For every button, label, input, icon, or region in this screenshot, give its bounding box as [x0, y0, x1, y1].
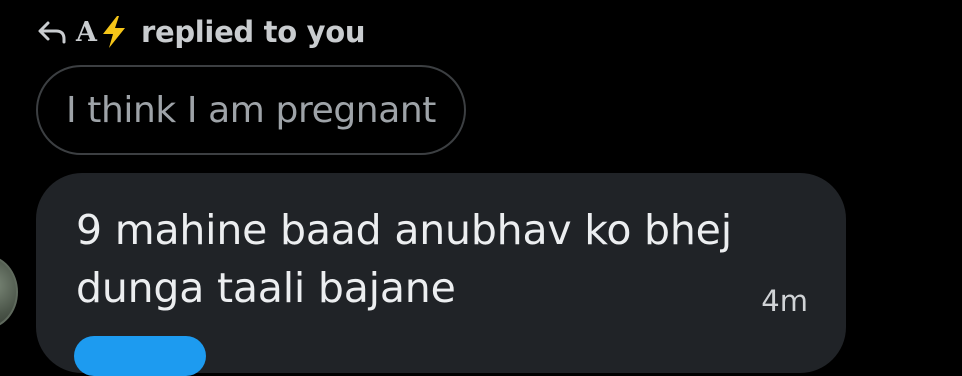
- lightning-bolt-icon: [99, 15, 129, 49]
- message-line-2: dunga taali bajane: [76, 264, 456, 312]
- quoted-message-text: I think I am pregnant: [65, 89, 436, 131]
- sender-name[interactable]: A: [76, 17, 97, 48]
- message-timestamp: 4m: [761, 284, 808, 318]
- reaction-button[interactable]: [74, 336, 206, 376]
- quoted-message[interactable]: I think I am pregnant: [36, 65, 466, 155]
- avatar[interactable]: [0, 255, 18, 329]
- reply-arrow-icon: [36, 20, 70, 44]
- replied-to-you-label: replied to you: [140, 15, 366, 49]
- message-text: 9 mahine baad anubhav ko bhej dunga taal…: [76, 201, 776, 317]
- message-line-1: 9 mahine baad anubhav ko bhej: [76, 206, 732, 254]
- reply-header: A replied to you: [36, 12, 366, 52]
